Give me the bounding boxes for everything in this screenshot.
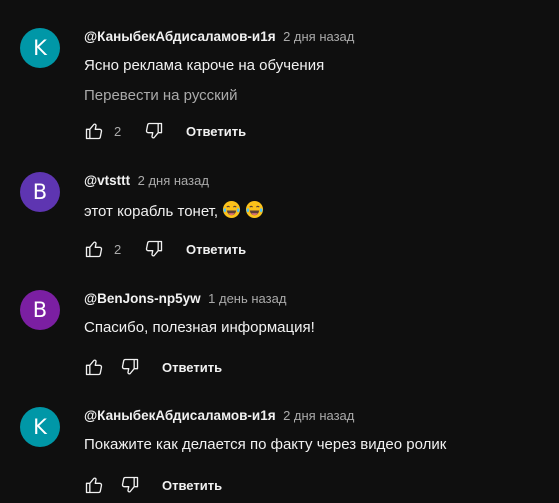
comments-list: K @КаныбекАбдисаламов-и1я 2 дня назад Яс… [0, 0, 559, 503]
author-name[interactable]: @КаныбекАбдисаламов-и1я [84, 29, 276, 44]
thumbs-down-icon [145, 240, 163, 257]
like-button[interactable] [84, 121, 104, 141]
comment-timestamp[interactable]: 1 день назад [208, 291, 286, 306]
comment-text: Покажите как делается по факту через вид… [84, 436, 447, 453]
thumbs-up-icon [85, 241, 103, 258]
comment-actions: 2 Ответить [84, 238, 246, 260]
avatar[interactable]: B [20, 172, 60, 212]
comment-header: @КаныбекАбдисаламов-и1я 2 дня назад [84, 407, 354, 425]
avatar[interactable]: K [20, 28, 60, 68]
dislike-button[interactable] [120, 475, 140, 495]
thumbs-up-icon [85, 123, 103, 140]
dislike-button[interactable] [144, 239, 164, 259]
comment-timestamp[interactable]: 2 дня назад [283, 408, 354, 423]
like-button[interactable] [84, 357, 104, 377]
comment-timestamp[interactable]: 2 дня назад [283, 29, 354, 44]
comment-header: @КаныбекАбдисаламов-и1я 2 дня назад [84, 28, 354, 46]
comment-actions: Ответить [84, 356, 222, 378]
like-count: 2 [114, 241, 122, 257]
like-button[interactable] [84, 239, 104, 259]
reply-button[interactable]: Ответить [186, 124, 246, 139]
comment-item: K @КаныбекАбдисаламов-и1я 2 дня назад Яс… [0, 28, 559, 148]
thumbs-down-icon [121, 358, 139, 375]
author-name[interactable]: @КаныбекАбдисаламов-и1я [84, 408, 276, 423]
thumbs-up-icon [85, 477, 103, 494]
dislike-button[interactable] [144, 121, 164, 141]
thumbs-down-icon [121, 476, 139, 493]
like-button[interactable] [84, 475, 104, 495]
reply-button[interactable]: Ответить [186, 242, 246, 257]
author-name[interactable]: @BenJons-np5yw [84, 291, 201, 306]
comment-item: B @BenJons-np5yw 1 день назад Спасибо, п… [0, 290, 559, 410]
comment-actions: 2 Ответить [84, 120, 246, 142]
comment-text: этот корабль тонет, [84, 203, 219, 220]
comment-actions: Ответить [84, 474, 222, 496]
comment-header: @vtsttt 2 дня назад [84, 172, 209, 190]
translate-link[interactable]: Перевести на русский [84, 86, 238, 106]
reply-button[interactable]: Ответить [162, 360, 222, 375]
avatar[interactable]: B [20, 290, 60, 330]
comment-header: @BenJons-np5yw 1 день назад [84, 290, 286, 308]
like-count: 2 [114, 123, 122, 139]
comment-item: K @КаныбекАбдисаламов-и1я 2 дня назад По… [0, 407, 559, 503]
comment-text: Спасибо, полезная информация! [84, 319, 315, 336]
face-with-tears-of-joy-icon [245, 200, 264, 219]
reply-button[interactable]: Ответить [162, 478, 222, 493]
thumbs-up-icon [85, 359, 103, 376]
comment-item: B @vtsttt 2 дня назад этот корабль тонет… [0, 172, 559, 292]
avatar[interactable]: K [20, 407, 60, 447]
comment-text: Ясно реклама кароче на обучения [84, 57, 325, 74]
comment-text-line: этот корабль тонет, [84, 200, 264, 222]
face-with-tears-of-joy-icon [222, 200, 241, 219]
author-name[interactable]: @vtsttt [84, 173, 130, 188]
dislike-button[interactable] [120, 357, 140, 377]
comment-timestamp[interactable]: 2 дня назад [138, 173, 209, 188]
thumbs-down-icon [145, 122, 163, 139]
